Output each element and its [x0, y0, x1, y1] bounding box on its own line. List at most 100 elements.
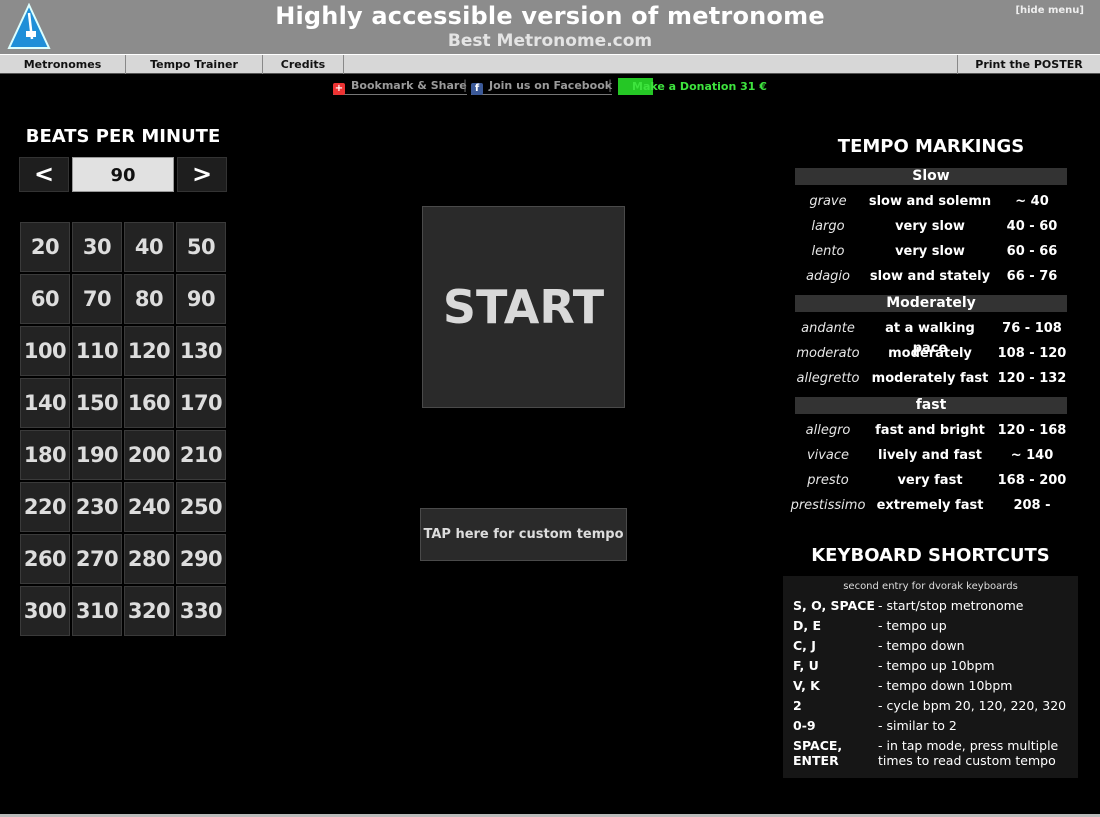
- tempo-section-header: Slow: [795, 168, 1067, 185]
- tempo-preset-button[interactable]: 170: [176, 378, 226, 428]
- tempo-term: prestissimo: [790, 498, 866, 513]
- tempo-range: 168 - 200: [997, 473, 1067, 488]
- shortcut-keys: 2: [793, 698, 802, 713]
- tempo-row: largo very slow 40 - 60: [790, 217, 1080, 237]
- tempo-preset-button[interactable]: 100: [20, 326, 70, 376]
- tempo-term: vivace: [806, 448, 850, 463]
- tempo-preset-button[interactable]: 30: [72, 222, 122, 272]
- tempo-range: ~ 40: [1015, 194, 1049, 209]
- tempo-preset-button[interactable]: 90: [176, 274, 226, 324]
- bookmark-share-link[interactable]: + Bookmark & Share: [333, 78, 467, 95]
- tempo-row: presto very fast 168 - 200: [790, 471, 1080, 491]
- tempo-range: 120 - 132: [997, 371, 1067, 386]
- site-subtitle[interactable]: Best Metronome.com: [0, 31, 1100, 51]
- tempo-preset-button[interactable]: 20: [20, 222, 70, 272]
- nav-bar: Metronomes Tempo Trainer Credits Print t…: [0, 54, 1100, 74]
- tempo-preset-button[interactable]: 320: [124, 586, 174, 636]
- tempo-preset-button[interactable]: 300: [20, 586, 70, 636]
- start-button[interactable]: START: [422, 206, 625, 408]
- tempo-preset-button[interactable]: 50: [176, 222, 226, 272]
- tempo-preset-button[interactable]: 280: [124, 534, 174, 584]
- facebook-link[interactable]: f Join us on Facebook: [471, 78, 613, 95]
- tempo-term: allegretto: [796, 371, 860, 386]
- tempo-description: lively and fast: [878, 448, 982, 463]
- tempo-description: extremely fast: [876, 498, 984, 513]
- tempo-row: grave slow and solemn ~ 40: [790, 192, 1080, 212]
- tempo-description: fast and bright: [875, 423, 985, 438]
- tempo-range: 120 - 168: [997, 423, 1067, 438]
- tempo-description: slow and stately: [869, 269, 991, 284]
- nav-item-print-poster[interactable]: Print the POSTER: [957, 55, 1100, 74]
- shortcut-keys: D, E: [793, 618, 822, 633]
- tempo-preset-button[interactable]: 160: [124, 378, 174, 428]
- shortcut-description: - in tap mode, press multiple times to r…: [878, 738, 1059, 768]
- dvorak-note: second entry for dvorak keyboards: [843, 581, 1018, 592]
- tempo-preset-button[interactable]: 330: [176, 586, 226, 636]
- hide-menu-link[interactable]: [hide menu]: [1015, 5, 1084, 16]
- tempo-preset-button[interactable]: 60: [20, 274, 70, 324]
- tempo-description: very slow: [895, 219, 965, 234]
- nav-item-metronomes[interactable]: Metronomes: [0, 55, 126, 74]
- header: Highly accessible version of metronome B…: [0, 0, 1100, 54]
- tempo-term: adagio: [805, 269, 850, 284]
- tempo-row: andante at a walking pace 76 - 108: [790, 319, 1080, 356]
- tempo-description: slow and solemn: [868, 194, 992, 209]
- tempo-section-header: fast: [795, 397, 1067, 414]
- tempo-section-header: Moderately: [795, 295, 1067, 312]
- tempo-preset-button[interactable]: 210: [176, 430, 226, 480]
- tempo-preset-grid: 20 30 40 50 60 70 80 90 100 110 120 130 140 150 160 170…: [20, 222, 228, 636]
- tempo-preset-button[interactable]: 310: [72, 586, 122, 636]
- tempo-preset-button[interactable]: 120: [124, 326, 174, 376]
- tempo-preset-button[interactable]: 200: [124, 430, 174, 480]
- tempo-preset-button[interactable]: 240: [124, 482, 174, 532]
- shortcut-keys: C, J: [793, 638, 816, 653]
- tempo-description: moderately: [888, 346, 972, 361]
- shortcut-keys: SPACE, ENTER: [793, 738, 843, 768]
- tempo-preset-button[interactable]: 250: [176, 482, 226, 532]
- tempo-row: adagio slow and stately 66 - 76: [790, 267, 1080, 287]
- tempo-term: grave: [809, 194, 847, 209]
- tempo-preset-button[interactable]: 80: [124, 274, 174, 324]
- tap-tempo-button[interactable]: TAP here for custom tempo: [420, 508, 627, 561]
- nav-item-tempo-trainer[interactable]: Tempo Trainer: [126, 55, 263, 74]
- tempo-row: prestissimo extremely fast 208 -: [790, 496, 1080, 516]
- tempo-preset-button[interactable]: 270: [72, 534, 122, 584]
- tempo-range: 208 -: [1013, 498, 1051, 513]
- tempo-term: allegro: [805, 423, 851, 438]
- tempo-row: allegro fast and bright 120 - 168: [790, 421, 1080, 441]
- tempo-description: moderately fast: [871, 371, 989, 386]
- donation-link[interactable]: Make a Donation 31 €: [618, 78, 767, 95]
- increase-bpm-button[interactable]: >: [177, 157, 227, 192]
- tempo-preset-button[interactable]: 130: [176, 326, 226, 376]
- nav-item-credits[interactable]: Credits: [263, 55, 344, 74]
- tempo-preset-button[interactable]: 140: [20, 378, 70, 428]
- divider: |: [463, 78, 468, 92]
- tempo-preset-button[interactable]: 260: [20, 534, 70, 584]
- tempo-preset-button[interactable]: 40: [124, 222, 174, 272]
- bookmark-label: Bookmark & Share: [351, 79, 467, 92]
- shortcut-keys: 0-9: [793, 718, 816, 733]
- bpm-heading: BEATS PER MINUTE: [25, 126, 221, 147]
- bpm-input[interactable]: 90: [72, 157, 174, 192]
- tempo-term: largo: [811, 219, 845, 234]
- tempo-preset-button[interactable]: 70: [72, 274, 122, 324]
- tempo-markings-heading: TEMPO MARKINGS: [837, 136, 1025, 157]
- tempo-preset-button[interactable]: 220: [20, 482, 70, 532]
- tempo-preset-button[interactable]: 290: [176, 534, 226, 584]
- tempo-preset-button[interactable]: 110: [72, 326, 122, 376]
- tempo-range: 66 - 76: [1006, 269, 1058, 284]
- shortcut-description: - similar to 2: [878, 718, 957, 733]
- tempo-preset-button[interactable]: 180: [20, 430, 70, 480]
- shortcut-description: - start/stop metronome: [878, 598, 1024, 613]
- decrease-bpm-button[interactable]: <: [19, 157, 69, 192]
- keyboard-shortcuts-box: second entry for dvorak keyboards S, O, …: [783, 576, 1078, 778]
- shortcut-keys: S, O, SPACE: [793, 598, 875, 613]
- tempo-description: very slow: [895, 244, 965, 259]
- tempo-range: 40 - 60: [1006, 219, 1058, 234]
- tempo-preset-button[interactable]: 230: [72, 482, 122, 532]
- tempo-term: andante: [801, 321, 855, 336]
- tempo-preset-button[interactable]: 190: [72, 430, 122, 480]
- shortcut-keys: F, U: [793, 658, 819, 673]
- tempo-range: 60 - 66: [1006, 244, 1058, 259]
- tempo-preset-button[interactable]: 150: [72, 378, 122, 428]
